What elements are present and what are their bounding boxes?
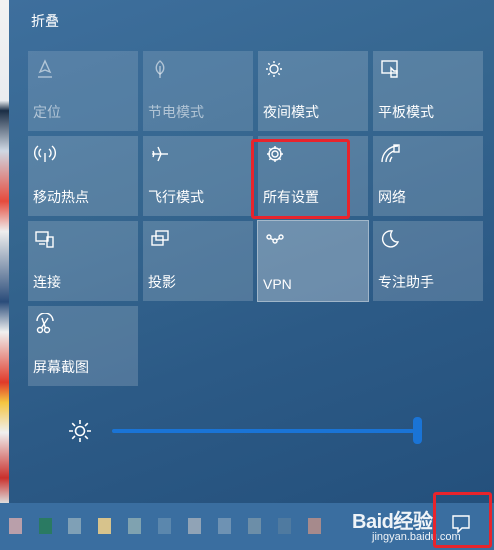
night-light-icon xyxy=(264,58,286,80)
baidu-watermark: Baid经验 jingyan.baidu.com xyxy=(352,503,461,550)
tile-location[interactable]: 定位 xyxy=(28,51,138,131)
tile-label: 网络 xyxy=(378,189,406,205)
tile-label: 定位 xyxy=(33,104,61,120)
screen-snip-icon xyxy=(34,312,56,335)
watermark-url: jingyan.baidu.com xyxy=(372,531,461,543)
tablet-mode-icon xyxy=(379,58,401,80)
screenshot: 折叠 定位 节电模式 夜间模式 平板模式 移动热点 飞行模式 所有设置 网络 连… xyxy=(0,0,494,550)
project-icon xyxy=(149,228,171,250)
tile-label: 投影 xyxy=(148,274,176,290)
tile-label: 夜间模式 xyxy=(263,104,319,120)
tile-label: 飞行模式 xyxy=(148,189,204,205)
tile-label: 专注助手 xyxy=(378,274,434,290)
taskbar-app-icon[interactable] xyxy=(98,518,111,534)
tile-tablet-mode[interactable]: 平板模式 xyxy=(373,51,483,131)
tile-airplane-mode[interactable]: 飞行模式 xyxy=(143,136,253,216)
tile-night-light[interactable]: 夜间模式 xyxy=(258,51,368,131)
tile-label: VPN xyxy=(263,276,292,292)
background-window-strip xyxy=(0,0,9,503)
tile-network[interactable]: 网络 xyxy=(373,136,483,216)
tile-battery-saver[interactable]: 节电模式 xyxy=(143,51,253,131)
network-icon xyxy=(379,143,401,165)
collapse-link[interactable]: 折叠 xyxy=(31,11,59,31)
taskbar-app-icon[interactable] xyxy=(158,518,171,534)
taskbar-app-icon[interactable] xyxy=(68,518,81,534)
taskbar-app-icon[interactable] xyxy=(39,518,52,534)
airplane-icon xyxy=(149,143,171,165)
brightness-slider-track[interactable] xyxy=(112,429,414,433)
taskbar-app-icon[interactable] xyxy=(128,518,141,534)
action-center-icon[interactable] xyxy=(450,511,472,535)
location-icon xyxy=(34,58,56,80)
taskbar-app-icon[interactable] xyxy=(218,518,231,534)
mobile-hotspot-icon xyxy=(34,143,56,165)
tile-mobile-hotspot[interactable]: 移动热点 xyxy=(28,136,138,216)
tile-focus-assist[interactable]: 专注助手 xyxy=(373,221,483,301)
tile-label: 移动热点 xyxy=(33,189,89,205)
taskbar-app-icon[interactable] xyxy=(248,518,261,534)
tile-label: 屏幕截图 xyxy=(33,359,89,375)
taskbar-app-icon[interactable] xyxy=(278,518,291,534)
tile-label: 连接 xyxy=(33,274,61,290)
taskbar-app-icon[interactable] xyxy=(9,518,22,534)
tile-label: 节电模式 xyxy=(148,104,204,120)
tile-project[interactable]: 投影 xyxy=(143,221,253,301)
taskbar-app-icon[interactable] xyxy=(308,518,321,534)
connect-icon xyxy=(34,228,56,250)
brightness-icon xyxy=(67,418,93,444)
tile-all-settings[interactable]: 所有设置 xyxy=(258,136,368,216)
taskbar-app-icon[interactable] xyxy=(188,518,201,534)
tile-vpn[interactable]: VPN xyxy=(257,220,369,302)
gear-icon xyxy=(264,143,286,165)
focus-assist-icon xyxy=(379,228,401,250)
battery-saver-icon xyxy=(149,58,171,80)
tile-screen-snip[interactable]: 屏幕截图 xyxy=(28,306,138,386)
tile-label: 所有设置 xyxy=(263,189,319,205)
tile-label: 平板模式 xyxy=(378,104,434,120)
watermark-main: Baid经验 xyxy=(352,511,433,533)
brightness-slider-thumb[interactable] xyxy=(413,417,422,444)
tile-connect[interactable]: 连接 xyxy=(28,221,138,301)
vpn-icon xyxy=(264,228,286,250)
